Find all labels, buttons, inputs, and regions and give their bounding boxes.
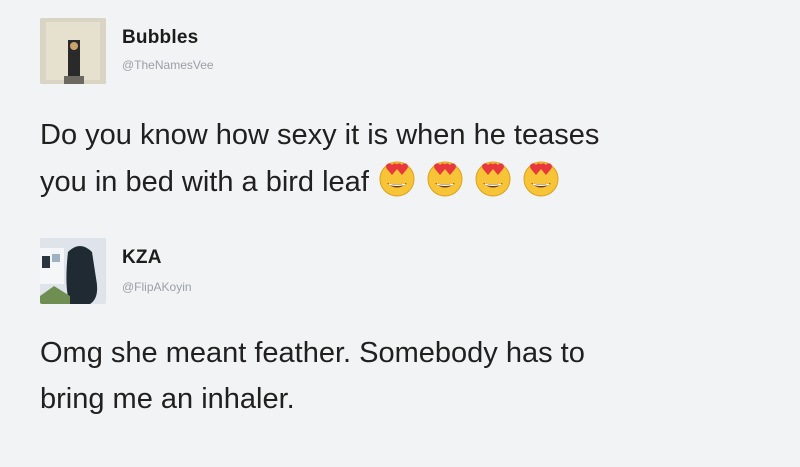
heart-eyes-emoji-icon xyxy=(521,158,561,198)
tweet-text-line: you in bed with a bird leaf xyxy=(40,158,780,205)
tweet-bubbles: Bubbles @TheNamesVee Do you know how sex… xyxy=(0,0,800,230)
tweet-text: Omg she meant feather. Somebody has to b… xyxy=(40,330,780,422)
avatar-bubbles[interactable] xyxy=(40,18,106,84)
user-handle[interactable]: @TheNamesVee xyxy=(122,58,214,72)
heart-eyes-emoji-icon xyxy=(425,158,465,198)
avatar-kza[interactable] xyxy=(40,238,106,304)
display-name[interactable]: Bubbles xyxy=(122,27,198,49)
tweet-kza: KZA @FlipAKoyin Omg she meant feather. S… xyxy=(0,230,800,467)
heart-eyes-emoji-icon xyxy=(377,158,417,198)
user-handle[interactable]: @FlipAKoyin xyxy=(122,280,192,294)
heart-eyes-emoji-icon xyxy=(473,158,513,198)
tweet-text-line: Omg she meant feather. Somebody has to xyxy=(40,337,585,369)
display-name[interactable]: KZA xyxy=(122,247,162,269)
tweet-text-segment: you in bed with a bird leaf xyxy=(40,166,369,198)
tweet-text: Do you know how sexy it is when he tease… xyxy=(40,112,780,205)
tweet-text-line: bring me an inhaler. xyxy=(40,383,295,415)
tweet-text-line: Do you know how sexy it is when he tease… xyxy=(40,119,600,151)
